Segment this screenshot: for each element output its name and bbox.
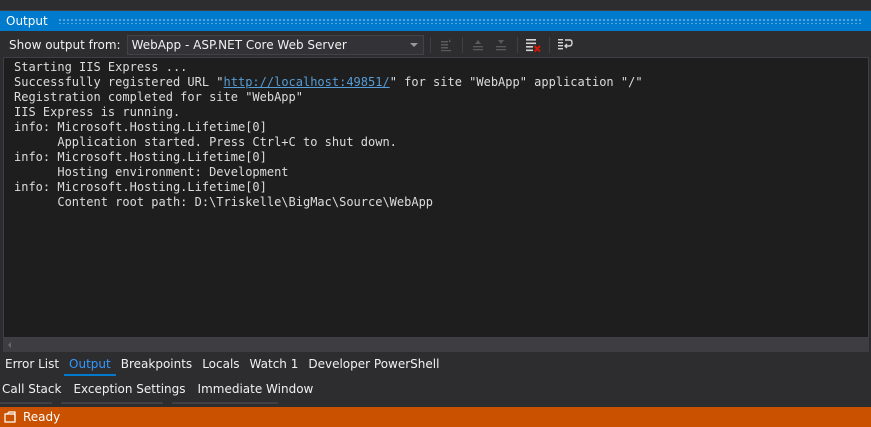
top-strip [0, 0, 871, 11]
log-line: Registration completed for site "WebApp" [14, 90, 303, 104]
log-url-prefix: Successfully registered URL " [14, 75, 224, 89]
output-toolbar: Show output from: WebApp - ASP.NET Core … [0, 33, 871, 57]
go-to-next-message-button[interactable] [491, 35, 511, 55]
go-to-next-message-icon [495, 40, 506, 51]
show-output-from-label: Show output from: [9, 38, 121, 52]
log-line: Content root path: D:\Triskelle\BigMac\S… [14, 195, 434, 209]
log-line: Application started. Press Ctrl+C to shu… [14, 135, 397, 149]
tab-underline [172, 402, 278, 404]
clear-all-icon [525, 39, 541, 53]
clear-all-button[interactable] [523, 35, 543, 55]
tab-developer-powershell[interactable]: Developer PowerShell [303, 353, 444, 375]
tab-breakpoints[interactable]: Breakpoints [116, 353, 197, 375]
localhost-link[interactable]: http://localhost:49851/ [224, 75, 390, 89]
find-message-button[interactable] [436, 35, 456, 55]
output-source-value: WebApp - ASP.NET Core Web Server [131, 38, 347, 52]
toggle-word-wrap-icon [557, 39, 573, 50]
go-to-previous-message-icon [472, 40, 483, 51]
toolbar-separator [461, 37, 463, 53]
log-line: info: Microsoft.Hosting.Lifetime[0] [14, 180, 267, 194]
output-text-area[interactable]: Starting IIS Express ... Successfully re… [3, 57, 869, 338]
log-line: info: Microsoft.Hosting.Lifetime[0] [14, 120, 267, 134]
toolbar-separator [516, 37, 518, 53]
bottom-tool-tabs-row-2: Call Stack Exception Settings Immediate … [0, 378, 871, 400]
output-source-dropdown[interactable]: WebApp - ASP.NET Core Web Server [126, 35, 424, 55]
chevron-down-icon [409, 43, 418, 47]
output-log: Starting IIS Express ... Successfully re… [4, 58, 868, 210]
log-line: Hosting environment: Development [14, 165, 289, 179]
title-grip [57, 18, 863, 24]
tab-error-list[interactable]: Error List [0, 353, 64, 375]
tab-underline [61, 402, 163, 404]
status-text: Ready [23, 410, 61, 424]
tab-output[interactable]: Output [64, 353, 116, 376]
notification-icon[interactable] [3, 410, 17, 424]
log-line: IIS Express is running. [14, 105, 181, 119]
log-url-suffix: " for site "WebApp" application "/" [389, 75, 643, 89]
log-line: info: Microsoft.Hosting.Lifetime[0] [14, 150, 267, 164]
tab-locals[interactable]: Locals [197, 353, 244, 375]
tab-call-stack[interactable]: Call Stack [0, 378, 66, 400]
find-message-icon [440, 39, 451, 52]
scroll-left-icon[interactable] [8, 342, 11, 348]
toggle-word-wrap-button[interactable] [555, 35, 575, 55]
log-line-url: Successfully registered URL "http://loca… [14, 75, 868, 90]
go-to-previous-message-button[interactable] [468, 35, 488, 55]
tab-underline [0, 402, 52, 404]
tab-immediate-window[interactable]: Immediate Window [191, 378, 319, 400]
tab-exception-settings[interactable]: Exception Settings [66, 378, 190, 400]
output-panel-title-bar[interactable]: Output [0, 11, 871, 31]
tab-watch-1[interactable]: Watch 1 [245, 353, 304, 375]
status-bar: Ready [0, 407, 871, 427]
bottom-tool-tabs-row-1: Error List Output Breakpoints Locals Wat… [0, 353, 871, 376]
panel-title: Output [6, 14, 48, 28]
horizontal-scrollbar[interactable] [3, 338, 869, 352]
log-line: Starting IIS Express ... [14, 60, 188, 74]
toolbar-separator [429, 37, 431, 53]
toolbar-separator [548, 37, 550, 53]
